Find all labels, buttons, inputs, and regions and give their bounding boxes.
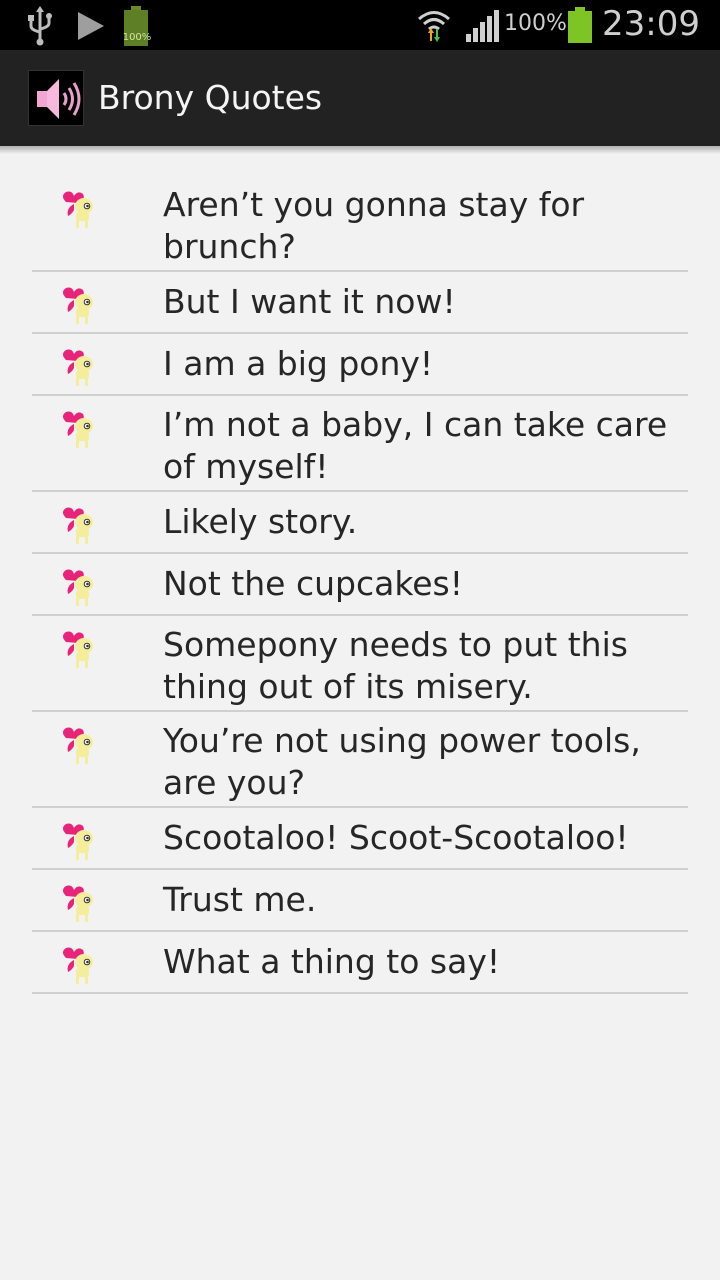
app-icon[interactable]: [28, 70, 84, 126]
battery-percent: 100%: [504, 11, 567, 36]
usb-icon: [28, 6, 52, 46]
quote-text: Likely story.: [163, 502, 358, 541]
signal-icon: [466, 10, 499, 42]
play-store-icon: [78, 12, 104, 40]
battery-small-label: 100%: [122, 32, 152, 43]
quote-text: I am a big pony!: [163, 344, 434, 383]
battery-icon: [568, 7, 592, 43]
pony-icon: [63, 727, 93, 764]
pony-icon: [63, 569, 93, 606]
quote-text: You’re not using power tools, are you?: [163, 721, 641, 802]
pony-icon: [63, 947, 93, 984]
quote-text: What a thing to say!: [163, 942, 501, 981]
pony-icon: [63, 885, 93, 922]
action-bar: Brony Quotes: [0, 50, 720, 154]
speaker-icon: [37, 79, 81, 119]
pony-icon: [63, 191, 93, 228]
list-item[interactable]: Not the cupcakes!: [32, 554, 688, 616]
wifi-icon: [418, 11, 450, 42]
status-bar: 100% 100% 23:09: [0, 0, 720, 50]
list-item[interactable]: Somepony needs to put this thing out of …: [32, 616, 688, 712]
quote-text: I’m not a baby, I can take care of mysel…: [163, 405, 668, 486]
pony-icon: [63, 287, 93, 324]
pony-icon: [63, 411, 93, 448]
list-item[interactable]: I am a big pony!: [32, 334, 688, 396]
list-item[interactable]: Aren’t you gonna stay for brunch?: [32, 176, 688, 272]
quote-text: Trust me.: [163, 880, 317, 919]
quote-text: Somepony needs to put this thing out of …: [163, 625, 628, 706]
clock: 23:09: [602, 4, 700, 44]
app-title: Brony Quotes: [98, 78, 323, 117]
list-item[interactable]: What a thing to say!: [32, 932, 688, 994]
quote-list: Aren’t you gonna stay for brunch? But I …: [32, 146, 688, 994]
list-item[interactable]: I’m not a baby, I can take care of mysel…: [32, 396, 688, 492]
quote-text: But I want it now!: [163, 282, 456, 321]
pony-icon: [63, 823, 93, 860]
quote-text: Not the cupcakes!: [163, 564, 463, 603]
quote-text: Aren’t you gonna stay for brunch?: [163, 185, 585, 266]
quote-text: Scootaloo! Scoot-Scootaloo!: [163, 818, 629, 857]
list-item[interactable]: You’re not using power tools, are you?: [32, 712, 688, 808]
list-item[interactable]: Scootaloo! Scoot-Scootaloo!: [32, 808, 688, 870]
pony-icon: [63, 507, 93, 544]
list-item[interactable]: But I want it now!: [32, 272, 688, 334]
pony-icon: [63, 631, 93, 668]
pony-icon: [63, 349, 93, 386]
list-item[interactable]: Likely story.: [32, 492, 688, 554]
list-item[interactable]: Trust me.: [32, 870, 688, 932]
